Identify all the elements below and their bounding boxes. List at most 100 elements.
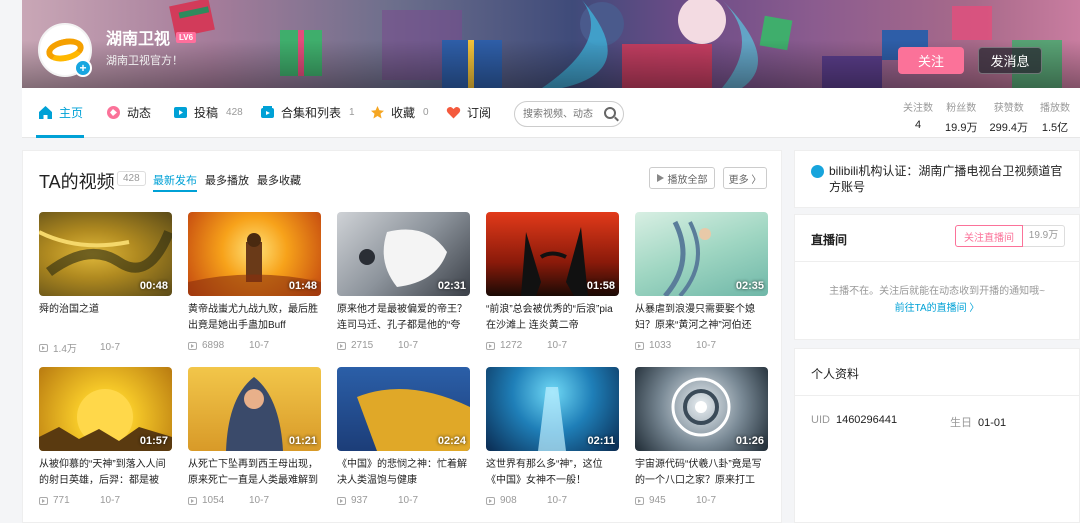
sort-most-played[interactable]: 最多播放 [205, 172, 249, 188]
video-thumbnail[interactable]: 01:26 [635, 367, 768, 451]
video-title[interactable]: 从被仰慕的“天神”到落入人间的射日英雄，后羿：都是被 [39, 457, 172, 489]
video-card[interactable]: 02:35 从暴虐到浪漫只需要娶个媳妇？原来“黄河之神”河伯还 1033 10-7 [635, 212, 768, 351]
stat-fans-value: 19.9万 [945, 122, 978, 134]
video-plays: 1054 [202, 495, 225, 506]
video-duration: 01:26 [735, 435, 764, 447]
video-card[interactable]: 02:31 原来他才是最被偏爱的帝王？连司马迁、孔子都是他的“夸 2715 10-… [337, 212, 470, 351]
video-meta: 937 10-7 [337, 495, 470, 506]
video-card[interactable]: 01:48 黄帝战蚩尤九战九败，最后胜出竟是她出手蛊加Buff 6898 10-7 [188, 212, 321, 351]
video-card[interactable]: 01:21 从死亡下坠再到西王母出现，原来死亡一直是人类最难解到 1054 10-… [188, 367, 321, 506]
video-thumbnail[interactable]: 02:24 [337, 367, 470, 451]
video-card[interactable]: 02:11 这世界有那么多“神”，这位《中国》女神不一般！ 908 10-7 [486, 367, 619, 506]
video-duration: 02:11 [587, 435, 615, 447]
video-card[interactable]: 00:48 舜的治国之道 1.4万 10-7 [39, 212, 172, 355]
video-card[interactable]: 02:24 《中国》的悲悯之神：忙着解决人类温饱与健康 937 10-7 [337, 367, 470, 506]
video-thumbnail[interactable]: 02:11 [486, 367, 619, 451]
video-title[interactable]: 舜的治国之道 [39, 302, 172, 334]
tab-favorites[interactable]: 收藏 0 [370, 104, 429, 121]
tab-home[interactable]: 主页 [38, 104, 83, 121]
tab-upload[interactable]: 投稿 428 [173, 104, 243, 121]
video-card[interactable]: 01:58 “前浪”总会被优秀的“后浪”pia在沙滩上 连炎黄二帝 1272 10… [486, 212, 619, 351]
video-thumbnail[interactable]: 01:58 [486, 212, 619, 296]
upload-icon [174, 107, 187, 118]
video-title[interactable]: 从暴虐到浪漫只需要娶个媳妇？原来“黄河之神”河伯还 [635, 302, 768, 334]
home-icon [39, 106, 52, 119]
avatar[interactable]: + [38, 23, 92, 77]
stat-likes-label: 获赞数 [993, 103, 1024, 114]
video-date: 10-7 [695, 495, 716, 506]
go-live-room-link[interactable]: 前往TA的直播间 〉 [795, 299, 1079, 314]
video-meta: 1.4万 10-7 [39, 340, 172, 355]
videos-count: 428 [117, 171, 146, 186]
video-title[interactable]: 原来他才是最被偏爱的帝王？连司马迁、孔子都是他的“夸 [337, 302, 470, 334]
level-badge: LV6 [176, 31, 197, 43]
stat-following-label: 关注数 [903, 103, 934, 114]
video-title[interactable]: “前浪”总会被优秀的“后浪”pia在沙滩上 连炎黄二帝 [486, 302, 619, 334]
stat-following[interactable]: 关注数 4 [903, 99, 933, 135]
live-follower-count: 19.9万 [1023, 225, 1065, 247]
video-date: 10-7 [546, 495, 567, 506]
video-thumbnail[interactable]: 02:35 [635, 212, 768, 296]
video-duration: 01:57 [139, 435, 168, 447]
live-offline-message: 主播不在。关注后就能在动态收到开播的通知哦~ [829, 286, 1045, 297]
stat-fans-label: 粉丝数 [946, 103, 977, 114]
video-thumbnail[interactable]: 01:21 [188, 367, 321, 451]
video-plays: 771 [53, 495, 70, 506]
video-title[interactable]: 宇宙源代码“伏羲八卦”竟是写的一个八口之家？原来打工 [635, 457, 768, 489]
tab-dynamic[interactable]: 动态 [106, 104, 151, 121]
search-input[interactable] [523, 102, 605, 126]
sort-latest[interactable]: 最新发布 [153, 172, 197, 192]
play-count-icon [635, 341, 644, 350]
dynamic-icon [107, 106, 120, 119]
video-date: 10-7 [397, 495, 418, 506]
video-thumbnail[interactable]: 02:31 [337, 212, 470, 296]
stat-plays-label: 播放数 [1040, 103, 1070, 114]
search-icon[interactable] [604, 107, 616, 119]
profile-info-panel: 个人资料 UID 1460296441 生日 01-01 [794, 348, 1080, 523]
video-date: 10-7 [99, 342, 120, 353]
more-button[interactable]: 更多 〉 [723, 167, 767, 189]
video-date: 10-7 [397, 340, 418, 351]
tab-collections-label: 合集和列表 [281, 106, 342, 120]
stat-likes: 获赞数 299.4万 [989, 99, 1028, 135]
video-thumbnail[interactable]: 00:48 [39, 212, 172, 296]
tab-subscribe[interactable]: 订阅 [446, 104, 491, 121]
video-meta: 1272 10-7 [486, 340, 619, 351]
play-count-icon [486, 496, 495, 505]
video-plays: 2715 [351, 340, 374, 351]
video-thumbnail[interactable]: 01:57 [39, 367, 172, 451]
follow-live-button[interactable]: 关注直播间 [955, 225, 1023, 247]
video-date: 10-7 [546, 340, 567, 351]
video-title[interactable]: 黄帝战蚩尤九战九败，最后胜出竟是她出手蛊加Buff [188, 302, 321, 334]
tab-collections[interactable]: 合集和列表 1 [260, 104, 355, 121]
username: 湖南卫视 LV6 [106, 25, 197, 49]
video-title[interactable]: 《中国》的悲悯之神：忙着解决人类温饱与健康 [337, 457, 470, 489]
message-button[interactable]: 发消息 [978, 47, 1042, 74]
video-thumbnail[interactable]: 01:48 [188, 212, 321, 296]
search-box[interactable] [514, 101, 624, 127]
video-date: 10-7 [248, 495, 269, 506]
video-card[interactable]: 01:57 从被仰慕的“天神”到落入人间的射日英雄，后羿：都是被 771 10-7 [39, 367, 172, 506]
video-title[interactable]: 这世界有那么多“神”，这位《中国》女神不一般！ [486, 457, 619, 489]
heart-icon [446, 106, 461, 119]
stat-fans[interactable]: 粉丝数 19.9万 [945, 99, 977, 135]
sort-most-favorited[interactable]: 最多收藏 [257, 172, 301, 188]
play-count-icon [188, 496, 197, 505]
play-count-icon [188, 341, 197, 350]
video-date: 10-7 [695, 340, 716, 351]
stat-plays-value: 1.5亿 [1041, 122, 1069, 134]
star-icon [371, 106, 384, 119]
stat-likes-value: 299.4万 [989, 122, 1028, 134]
tab-favorites-count: 0 [423, 107, 429, 118]
video-plays: 1272 [500, 340, 523, 351]
tab-home-label: 主页 [59, 106, 84, 120]
play-count-icon [337, 496, 346, 505]
play-count-icon [486, 341, 495, 350]
play-all-button[interactable]: 播放全部 [649, 167, 715, 189]
video-title[interactable]: 从死亡下坠再到西王母出现，原来死亡一直是人类最难解到 [188, 457, 321, 489]
video-date: 10-7 [99, 495, 120, 506]
video-duration: 02:31 [437, 280, 466, 292]
follow-button[interactable]: 关注 [898, 47, 964, 74]
video-card[interactable]: 01:26 宇宙源代码“伏羲八卦”竟是写的一个八口之家？原来打工 945 10-7 [635, 367, 768, 506]
video-meta: 6898 10-7 [188, 340, 321, 351]
